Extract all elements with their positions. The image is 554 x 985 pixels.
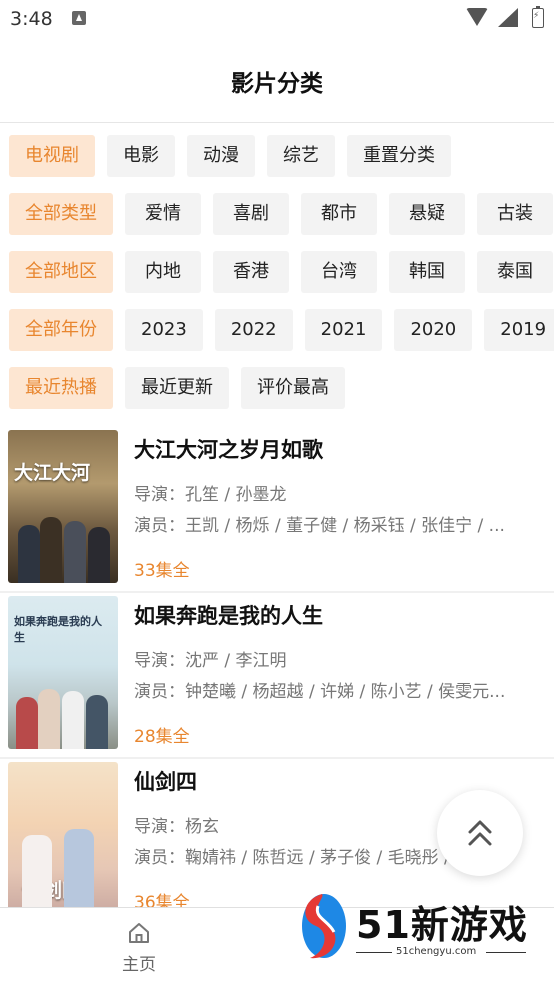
movie-title: 如果奔跑是我的人生 bbox=[134, 604, 323, 628]
chip-genre-costume[interactable]: 古装 bbox=[477, 193, 553, 235]
double-chevron-up-icon bbox=[468, 820, 492, 846]
status-time: 3:48 bbox=[10, 8, 53, 30]
chip-region-korea[interactable]: 韩国 bbox=[389, 251, 465, 293]
scroll-to-top-button[interactable] bbox=[437, 790, 523, 876]
chip-year-all[interactable]: 全部年份 bbox=[9, 309, 113, 351]
poster-image[interactable]: 如果奔跑是我的人生 bbox=[8, 596, 118, 749]
wifi-icon bbox=[466, 8, 488, 26]
poster-title-text: 如果奔跑是我的人生 bbox=[14, 615, 102, 644]
chip-genre-romance[interactable]: 爱情 bbox=[125, 193, 201, 235]
divider bbox=[0, 591, 554, 593]
nav-home[interactable]: 主页 bbox=[108, 918, 170, 978]
movie-cast: 演员：钟楚曦 / 杨超越 / 许娣 / 陈小艺 / 侯雯元... bbox=[134, 682, 506, 702]
chip-year-2019[interactable]: 2019 bbox=[484, 309, 554, 351]
divider bbox=[0, 757, 554, 759]
chip-category-movie[interactable]: 电影 bbox=[107, 135, 175, 177]
list-item[interactable]: 大江大河 大江大河之岁月如歌 导演：孔笙 / 孙墨龙 演员：王凯 / 杨烁 / … bbox=[0, 428, 554, 593]
brand-logo-icon bbox=[302, 894, 346, 959]
filter-row-region: 全部地区 内地 香港 台湾 韩国 泰国 bbox=[9, 251, 554, 293]
notification-icon bbox=[72, 11, 86, 25]
status-bar: 3:48 bbox=[0, 0, 554, 38]
episode-count: 33集全 bbox=[134, 561, 190, 581]
nav-home-label: 主页 bbox=[122, 955, 156, 975]
movie-title: 大江大河之岁月如歌 bbox=[134, 438, 323, 462]
poster-title-text: 大江大河 bbox=[14, 462, 91, 484]
watermark: 51新游戏 51chengyu.com bbox=[296, 888, 548, 964]
movie-director: 导演：杨玄 bbox=[134, 817, 219, 837]
filter-row-category: 电视剧 电影 动漫 综艺 重置分类 bbox=[9, 135, 463, 177]
movie-title: 仙剑四 bbox=[134, 770, 197, 794]
poster-image[interactable]: 仙剑四 bbox=[8, 762, 118, 915]
episode-count: 28集全 bbox=[134, 727, 190, 747]
chip-sort-rating[interactable]: 评价最高 bbox=[241, 367, 345, 409]
chip-category-variety[interactable]: 综艺 bbox=[267, 135, 335, 177]
chip-category-anime[interactable]: 动漫 bbox=[187, 135, 255, 177]
chip-reset-category[interactable]: 重置分类 bbox=[347, 135, 451, 177]
battery-icon bbox=[532, 6, 544, 28]
movie-director: 导演：沈严 / 李江明 bbox=[134, 651, 287, 671]
chip-year-2023[interactable]: 2023 bbox=[125, 309, 203, 351]
filter-row-genre: 全部类型 爱情 喜剧 都市 悬疑 古装 bbox=[9, 193, 554, 235]
chip-sort-hot[interactable]: 最近热播 bbox=[9, 367, 113, 409]
chip-region-mainland[interactable]: 内地 bbox=[125, 251, 201, 293]
chip-year-2022[interactable]: 2022 bbox=[214, 309, 293, 351]
page-title: 影片分类 bbox=[231, 71, 323, 97]
page-header: 影片分类 bbox=[0, 38, 554, 123]
chip-region-all[interactable]: 全部地区 bbox=[9, 251, 113, 293]
chip-genre-all[interactable]: 全部类型 bbox=[9, 193, 113, 235]
filter-row-sort: 最近热播 最近更新 评价最高 bbox=[9, 367, 357, 409]
chip-genre-urban[interactable]: 都市 bbox=[301, 193, 377, 235]
chip-genre-comedy[interactable]: 喜剧 bbox=[213, 193, 289, 235]
chip-region-taiwan[interactable]: 台湾 bbox=[301, 251, 377, 293]
chip-category-tv[interactable]: 电视剧 bbox=[9, 135, 95, 177]
signal-icon bbox=[498, 8, 518, 27]
chip-year-2020[interactable]: 2020 bbox=[394, 309, 473, 351]
movie-cast: 演员：王凯 / 杨烁 / 董子健 / 杨采钰 / 张佳宁 / ... bbox=[134, 516, 505, 536]
watermark-url: 51chengyu.com bbox=[396, 946, 477, 957]
home-icon bbox=[129, 923, 149, 943]
poster-image[interactable]: 大江大河 bbox=[8, 430, 118, 583]
chip-sort-updated[interactable]: 最近更新 bbox=[125, 367, 229, 409]
chip-year-2021[interactable]: 2021 bbox=[304, 309, 383, 351]
chip-region-hongkong[interactable]: 香港 bbox=[213, 251, 289, 293]
list-item[interactable]: 如果奔跑是我的人生 如果奔跑是我的人生 导演：沈严 / 李江明 演员：钟楚曦 /… bbox=[0, 594, 554, 759]
chip-genre-mystery[interactable]: 悬疑 bbox=[389, 193, 465, 235]
chip-region-thailand[interactable]: 泰国 bbox=[477, 251, 553, 293]
watermark-brand: 51新游戏 bbox=[356, 903, 528, 947]
movie-director: 导演：孔笙 / 孙墨龙 bbox=[134, 485, 287, 505]
filter-row-year: 全部年份 2023 2022 2021 2020 2019 bbox=[9, 309, 554, 351]
